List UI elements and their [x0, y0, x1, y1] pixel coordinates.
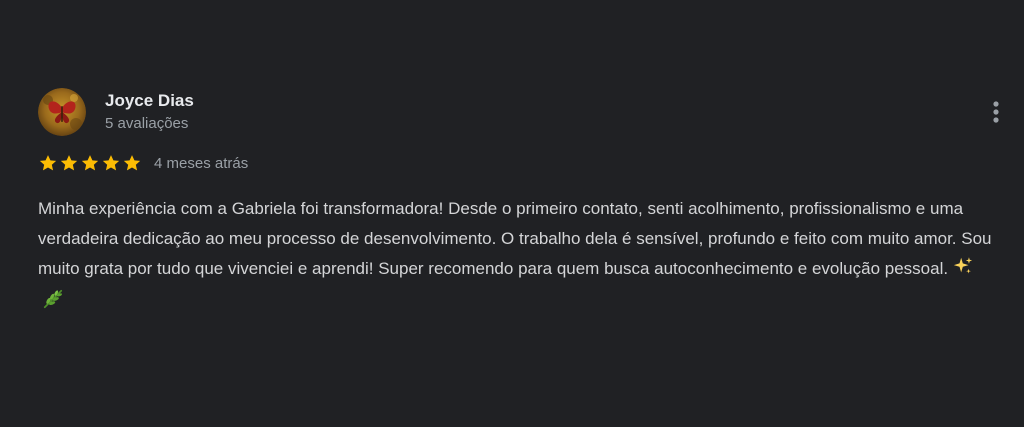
- more-vertical-icon: [993, 101, 999, 123]
- review-date: 4 meses atrás: [154, 154, 249, 172]
- star-icon: [59, 153, 79, 173]
- star-icon: [101, 153, 121, 173]
- review-text: Minha experiência com a Gabriela foi tra…: [38, 199, 992, 278]
- reviewer-review-count[interactable]: 5 avaliações: [105, 115, 188, 132]
- review-card: Joyce Dias 5 avaliações 4 meses atrás Mi…: [0, 0, 1024, 427]
- star-rating: [38, 153, 142, 173]
- star-icon: [38, 153, 58, 173]
- rating-row: 4 meses atrás: [38, 152, 248, 174]
- avatar-butterfly-icon: [38, 88, 86, 136]
- herb-icon: [42, 288, 64, 320]
- sparkles-icon: [952, 255, 974, 287]
- more-options-button[interactable]: [982, 96, 1010, 128]
- star-icon: [122, 153, 142, 173]
- star-icon: [80, 153, 100, 173]
- avatar[interactable]: [38, 88, 86, 136]
- review-body: Minha experiência com a Gabriela foi tra…: [38, 194, 998, 320]
- reviewer-name[interactable]: Joyce Dias: [105, 91, 194, 111]
